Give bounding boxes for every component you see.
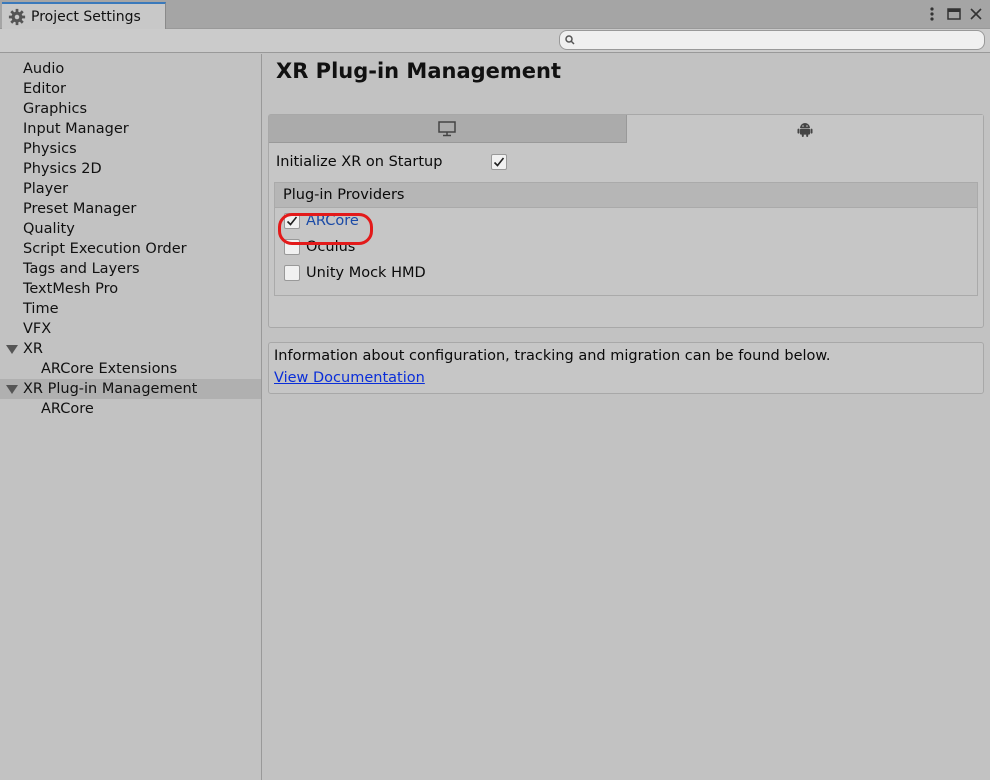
sidebar-item-tags-and-layers[interactable]: Tags and Layers xyxy=(0,259,261,279)
page-title: XR Plug-in Management xyxy=(276,59,561,83)
search-box[interactable] xyxy=(559,30,985,50)
initialize-xr-label: Initialize XR on Startup xyxy=(276,154,443,170)
sidebar-item-label: Graphics xyxy=(23,101,88,117)
sidebar-item-label: Tags and Layers xyxy=(23,261,140,277)
sidebar-item-label: Player xyxy=(23,181,69,197)
sidebar-item-label: XR xyxy=(23,341,44,357)
gear-icon xyxy=(8,8,26,26)
sidebar-item-textmesh-pro[interactable]: TextMesh Pro xyxy=(0,279,261,299)
sidebar-item-arcore[interactable]: ARCore xyxy=(0,399,261,419)
sidebar-item-preset-manager[interactable]: Preset Manager xyxy=(0,199,261,219)
oculus-label: Oculus xyxy=(306,239,356,255)
sidebar-item-label: ARCore Extensions xyxy=(41,361,178,377)
maximize-icon[interactable] xyxy=(946,6,962,22)
sidebar-item-physics[interactable]: Physics xyxy=(0,139,261,159)
sidebar-item-label: ARCore xyxy=(41,401,94,417)
arcore-checkbox[interactable] xyxy=(284,213,300,229)
window-titlebar: Project Settings xyxy=(0,0,990,30)
sidebar-item-time[interactable]: Time xyxy=(0,299,261,319)
sidebar-item-vfx[interactable]: VFX xyxy=(0,319,261,339)
expand-triangle-icon[interactable] xyxy=(6,385,18,394)
provider-unity-mock-hmd: Unity Mock HMD xyxy=(275,260,977,286)
android-icon xyxy=(797,123,813,137)
sidebar-item-label: XR Plug-in Management xyxy=(23,381,198,397)
expand-triangle-icon[interactable] xyxy=(6,345,18,354)
platform-tabs xyxy=(269,115,983,143)
project-settings-tab[interactable]: Project Settings xyxy=(2,2,166,30)
more-options-icon[interactable] xyxy=(924,6,940,22)
view-documentation-link[interactable]: View Documentation xyxy=(274,370,425,386)
sidebar-item-xr[interactable]: XR xyxy=(0,339,261,359)
sidebar-item-player[interactable]: Player xyxy=(0,179,261,199)
sidebar-item-label: Audio xyxy=(23,61,65,77)
sidebar-item-quality[interactable]: Quality xyxy=(0,219,261,239)
sidebar-item-label: Physics 2D xyxy=(23,161,102,177)
sidebar-item-label: Time xyxy=(23,301,59,317)
sidebar-item-editor[interactable]: Editor xyxy=(0,79,261,99)
checkmark-icon xyxy=(493,157,505,167)
settings-main: XR Plug-in Management Initialize XR on S… xyxy=(263,54,990,780)
unity-mock-hmd-label: Unity Mock HMD xyxy=(306,265,426,281)
sidebar-item-label: Script Execution Order xyxy=(23,241,187,257)
arcore-label: ARCore xyxy=(306,213,359,229)
sidebar-item-xr-plugin-management[interactable]: XR Plug-in Management xyxy=(0,379,261,399)
sidebar-item-graphics[interactable]: Graphics xyxy=(0,99,261,119)
tab-android[interactable] xyxy=(626,115,983,143)
tab-title: Project Settings xyxy=(31,9,141,25)
window-buttons xyxy=(924,6,984,22)
sidebar-item-arcore-extensions[interactable]: ARCore Extensions xyxy=(0,359,261,379)
settings-toolbar xyxy=(0,29,990,53)
provider-arcore: ARCore xyxy=(275,208,977,234)
settings-sidebar: Audio Editor Graphics Input Manager Phys… xyxy=(0,54,262,780)
provider-oculus: Oculus xyxy=(275,234,977,260)
sidebar-item-label: Quality xyxy=(23,221,75,237)
sidebar-item-label: VFX xyxy=(23,321,52,337)
search-icon xyxy=(565,35,575,45)
sidebar-item-script-execution-order[interactable]: Script Execution Order xyxy=(0,239,261,259)
sidebar-item-label: Physics xyxy=(23,141,77,157)
sidebar-item-label: Input Manager xyxy=(23,121,129,137)
plugin-providers-header: Plug-in Providers xyxy=(275,183,977,208)
tab-standalone[interactable] xyxy=(269,115,627,143)
checkmark-icon xyxy=(286,216,298,226)
sidebar-item-label: TextMesh Pro xyxy=(23,281,119,297)
unity-mock-hmd-checkbox[interactable] xyxy=(284,265,300,281)
sidebar-item-label: Preset Manager xyxy=(23,201,137,217)
initialize-xr-row: Initialize XR on Startup xyxy=(276,151,507,173)
documentation-info: Information about configuration, trackin… xyxy=(268,342,984,394)
info-text: Information about configuration, trackin… xyxy=(274,348,831,364)
oculus-checkbox[interactable] xyxy=(284,239,300,255)
initialize-xr-checkbox[interactable] xyxy=(491,154,507,170)
sidebar-item-physics-2d[interactable]: Physics 2D xyxy=(0,159,261,179)
sidebar-item-label: Editor xyxy=(23,81,66,97)
desktop-icon xyxy=(438,120,456,136)
close-icon[interactable] xyxy=(968,6,984,22)
plugin-providers: Plug-in Providers ARCore Oculus Unity Mo… xyxy=(274,182,978,296)
platform-panel: Initialize XR on Startup Plug-in Provide… xyxy=(268,114,984,328)
search-input[interactable] xyxy=(578,32,984,48)
sidebar-item-input-manager[interactable]: Input Manager xyxy=(0,119,261,139)
sidebar-item-audio[interactable]: Audio xyxy=(0,59,261,79)
